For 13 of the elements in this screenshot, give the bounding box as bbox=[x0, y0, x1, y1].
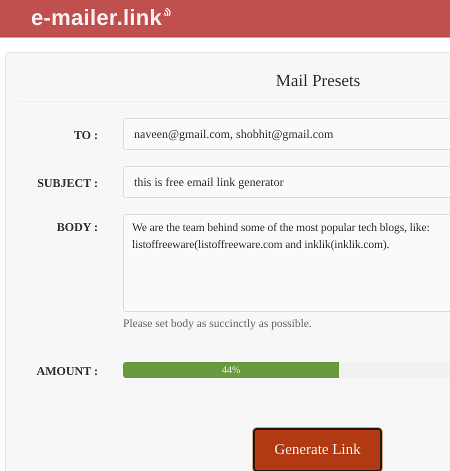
input-field[interactable]: this is free email link generator bbox=[123, 166, 450, 198]
signal-icon bbox=[163, 8, 172, 17]
field-label: AMOUNT : bbox=[36, 363, 98, 379]
logo-text: e-mailer.link bbox=[31, 4, 162, 32]
progress-label: 44% bbox=[222, 364, 240, 376]
help-text: Please set body as succinctly as possible. bbox=[123, 318, 313, 330]
field-label: BODY : bbox=[56, 219, 98, 236]
body-field[interactable]: We are the team behind some of the most popular tech blogs, like: listoffreeware(listoffreeware.com and inklik(inklik.com). bbox=[123, 214, 450, 312]
field-label: SUBJECT : bbox=[36, 175, 98, 192]
generate-link-button[interactable]: Generate Link bbox=[253, 428, 382, 471]
field-label: TO : bbox=[72, 127, 98, 144]
input-field[interactable]: naveen@gmail.com, shobhit@gmail.com bbox=[123, 118, 450, 150]
panel-title: Mail Presets bbox=[18, 53, 450, 102]
